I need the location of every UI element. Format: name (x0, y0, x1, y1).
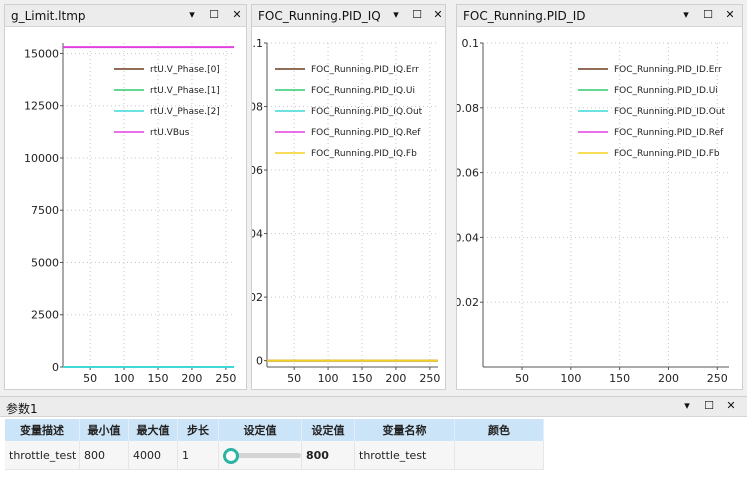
x-tick-label: 250 (215, 372, 236, 385)
dock-pin-icon[interactable]: ▾ (185, 8, 199, 22)
x-tick-label: 150 (609, 372, 630, 385)
col-description-header[interactable]: 变量描述 (5, 419, 80, 441)
y-tick-label: 0.1 (252, 37, 263, 50)
params-header-row: 变量描述 最小值 最大值 步长 设定值 设定值 变量名称 颜色 (5, 419, 544, 441)
x-tick-label: 150 (352, 372, 373, 385)
panel-titlebar[interactable]: g_Limit.ltmp ▾ ☐ ✕ (5, 5, 246, 27)
dock-pin-icon[interactable]: ▾ (679, 8, 693, 22)
panel-title: g_Limit.ltmp (11, 9, 86, 23)
params-table: 变量描述 最小值 最大值 步长 设定值 设定值 变量名称 颜色 throttle… (5, 419, 544, 470)
panel-titlebar[interactable]: FOC_Running.PID_ID ▾ ☐ ✕ (457, 5, 742, 27)
dock-pin-icon[interactable]: ▾ (389, 8, 403, 22)
legend-entry: FOC_Running.PID_ID.Ref (614, 128, 724, 138)
y-tick-label: 0 (256, 355, 263, 368)
maximize-icon[interactable]: ☐ (410, 8, 424, 22)
legend-entry: rtU.VBus (150, 128, 190, 138)
cell-variable-name[interactable]: throttle_test (354, 441, 455, 470)
y-tick-label: 0.02 (252, 291, 263, 304)
col-color-header[interactable]: 颜色 (454, 419, 544, 441)
col-min-header[interactable]: 最小值 (79, 419, 129, 441)
x-tick-label: 100 (318, 372, 339, 385)
cell-color[interactable] (454, 441, 544, 470)
legend-entry: rtU.V_Phase.[0] (150, 65, 220, 75)
chart-panel-3: FOC_Running.PID_ID ▾ ☐ ✕ 0.02 0.04 0.06 0.0… (456, 4, 743, 390)
params-title: 参数1 (6, 402, 38, 416)
legend-entry: FOC_Running.PID_IQ.Err (311, 65, 419, 75)
y-tick-label: 12500 (24, 100, 59, 113)
y-tick-label: 0 (52, 361, 59, 374)
x-tick-label: 50 (515, 372, 529, 385)
x-tick-label: 100 (114, 372, 135, 385)
cell-max[interactable]: 4000 (128, 441, 178, 470)
x-tick-label: 150 (148, 372, 169, 385)
y-tick-label: 10000 (24, 152, 59, 165)
legend-entry: FOC_Running.PID_ID.Err (614, 65, 722, 75)
panel-title: FOC_Running.PID_ID (463, 9, 586, 23)
panel-titlebar[interactable]: FOC_Running.PID_IQ ▾ ☐ ✕ (252, 5, 445, 27)
x-tick-label: 50 (287, 372, 301, 385)
close-icon[interactable]: ✕ (431, 8, 445, 22)
legend-entry: rtU.V_Phase.[1] (150, 86, 220, 96)
legend-entry: FOC_Running.PID_ID.Out (614, 107, 726, 117)
col-max-header[interactable]: 最大值 (128, 419, 178, 441)
x-tick-label: 50 (83, 372, 97, 385)
y-tick-label: 7500 (31, 204, 59, 217)
chart-plot[interactable]: 0 0.02 0.04 0.06 0.08 0.1 50 100 150 200 250 FOC_Ru… (252, 27, 445, 389)
x-tick-label: 200 (181, 372, 202, 385)
panel-title: FOC_Running.PID_IQ (258, 9, 381, 23)
chart-panel-2: FOC_Running.PID_IQ ▾ ☐ ✕ 0 0.02 0.04 0.06 0.… (251, 4, 446, 390)
close-icon[interactable]: ✕ (723, 8, 737, 22)
y-tick-label: 0.04 (252, 228, 263, 241)
maximize-icon[interactable]: ☐ (207, 8, 221, 22)
params-panel: 参数1 ▾ ☐ ✕ 变量描述 最小值 最大值 步长 设定值 设定值 变量名称 颜… (0, 396, 747, 477)
col-step-header[interactable]: 步长 (177, 419, 219, 441)
legend-entry: FOC_Running.PID_IQ.Ui (311, 86, 415, 96)
cell-setpoint-value[interactable]: 800 (301, 441, 355, 470)
close-icon[interactable]: ✕ (230, 8, 244, 22)
y-tick-label: 5000 (31, 256, 59, 269)
close-icon[interactable]: ✕ (724, 399, 738, 413)
legend-entry: FOC_Running.PID_ID.Fb (614, 149, 720, 159)
y-tick-label: 15000 (24, 47, 59, 60)
y-tick-label: 2500 (31, 309, 59, 322)
x-tick-label: 250 (707, 372, 728, 385)
x-tick-label: 100 (560, 372, 581, 385)
col-setpoint-slider-header[interactable]: 设定值 (218, 419, 302, 441)
y-tick-label: 0.02 (457, 296, 479, 309)
legend-entry: FOC_Running.PID_IQ.Ref (311, 128, 421, 138)
maximize-icon[interactable]: ☐ (701, 8, 715, 22)
maximize-icon[interactable]: ☐ (702, 399, 716, 413)
chart-plot[interactable]: 0 2500 5000 7500 10000 12500 15000 50 100 150 200 2… (5, 27, 246, 389)
chart-plot[interactable]: 0.02 0.04 0.06 0.08 0.1 50 100 150 200 250 FOC_Run… (457, 27, 742, 389)
x-tick-label: 250 (419, 372, 440, 385)
col-variable-name-header[interactable]: 变量名称 (354, 419, 455, 441)
y-tick-label: 0.08 (252, 101, 263, 114)
cell-description[interactable]: throttle_test (5, 441, 80, 470)
cell-step[interactable]: 1 (177, 441, 219, 470)
legend-entry: FOC_Running.PID_IQ.Fb (311, 149, 417, 159)
legend-entry: FOC_Running.PID_IQ.Out (311, 107, 423, 117)
cell-min[interactable]: 800 (79, 441, 129, 470)
y-tick-label: 0.08 (457, 102, 479, 115)
setpoint-slider[interactable] (223, 448, 301, 464)
cell-setpoint-slider (218, 441, 302, 470)
col-setpoint-value-header[interactable]: 设定值 (301, 419, 355, 441)
y-tick-label: 0.1 (462, 37, 480, 50)
legend-entry: FOC_Running.PID_ID.Ui (614, 86, 718, 96)
params-titlebar[interactable]: 参数1 ▾ ☐ ✕ (0, 397, 747, 417)
x-tick-label: 200 (658, 372, 679, 385)
chart-panel-1: g_Limit.ltmp ▾ ☐ ✕ 0 2500 5000 7500 10000 125… (4, 4, 247, 390)
y-tick-label: 0.06 (457, 167, 479, 180)
table-row[interactable]: throttle_test 800 4000 1 800 throttle_te… (5, 441, 544, 470)
y-tick-label: 0.06 (252, 164, 263, 177)
x-tick-label: 200 (385, 372, 406, 385)
legend-entry: rtU.V_Phase.[2] (150, 107, 220, 117)
y-tick-label: 0.04 (457, 231, 479, 244)
dock-pin-icon[interactable]: ▾ (680, 399, 694, 413)
slider-handle[interactable] (223, 448, 239, 464)
